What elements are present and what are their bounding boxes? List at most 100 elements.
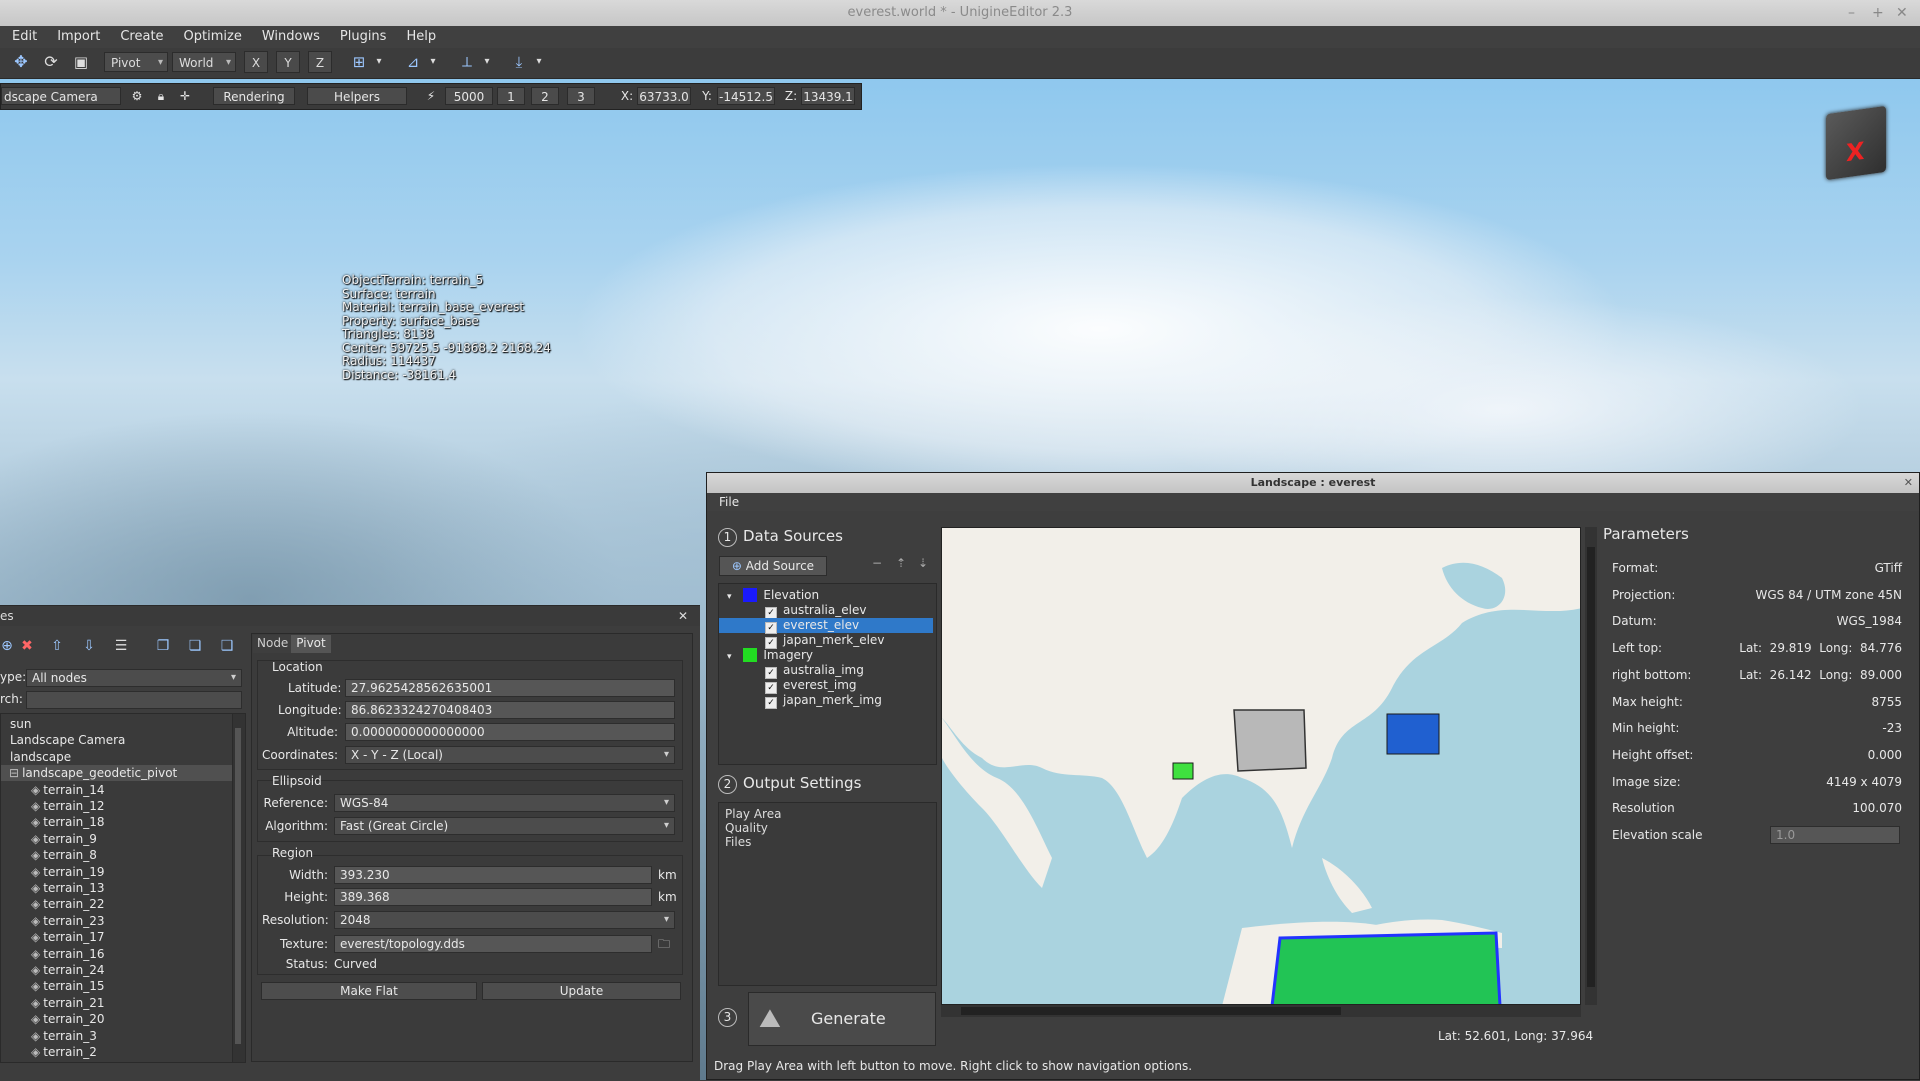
camera-preset-3[interactable]: 3 [567, 87, 595, 105]
list-item[interactable]: ✓ everest_img [719, 678, 933, 694]
menu-optimize[interactable]: Optimize [174, 26, 252, 48]
map-h-scrollbar-thumb[interactable] [961, 1007, 1341, 1015]
tree-row[interactable]: ⊟ landscape_geodetic_pivot [1, 765, 233, 782]
axis-z-toggle[interactable]: Z [308, 51, 332, 73]
world-select[interactable]: World [172, 52, 236, 73]
tree-row[interactable]: ◈ terrain_13 [1, 880, 233, 896]
maximize-button[interactable]: + [1872, 0, 1884, 26]
gear-icon[interactable]: ⚙ [127, 87, 147, 105]
menu-file[interactable]: File [707, 495, 739, 509]
chevron-down-icon[interactable]: ▾ [426, 51, 440, 73]
coordinates-select[interactable]: X - Y - Z (Local) [345, 746, 675, 764]
search-input[interactable] [26, 691, 242, 709]
remove-source-icon[interactable]: − [872, 556, 882, 570]
output-quality[interactable]: Quality [725, 821, 768, 835]
axis-x-toggle[interactable]: X [244, 51, 268, 73]
elevation-area-marker[interactable] [1386, 713, 1440, 755]
tab-pivot[interactable]: Pivot [291, 635, 331, 653]
helpers-button[interactable]: Helpers [307, 87, 407, 105]
list-item-selected[interactable]: ✓ everest_elev [719, 618, 933, 634]
longitude-field[interactable]: 86.8623324270408403 [345, 701, 675, 719]
list-item[interactable]: ✓ australia_img [719, 663, 933, 679]
collapse-icon[interactable]: ▾ [727, 592, 732, 602]
output-files[interactable]: Files [725, 835, 751, 849]
tree-row[interactable]: ◈ terrain_23 [1, 913, 233, 929]
node-delete-icon[interactable]: ✖ [14, 633, 40, 659]
crosshair-icon[interactable]: ✛ [175, 87, 195, 105]
chevron-down-icon[interactable]: ▾ [372, 51, 386, 73]
move-down-icon[interactable]: ⇩ [76, 633, 102, 659]
tree-row[interactable]: landscape [1, 749, 233, 765]
move-icon[interactable]: ✥ [8, 51, 34, 73]
snap-grid-icon[interactable]: ⊞ [346, 51, 372, 73]
close-icon[interactable]: ✕ [678, 606, 688, 626]
menu-create[interactable]: Create [110, 26, 173, 48]
resolution-select[interactable]: 2048 [334, 911, 675, 929]
tree-row[interactable]: sun [1, 716, 233, 732]
chevron-down-icon[interactable]: ▾ [532, 51, 546, 73]
generate-button[interactable]: ⛰ Generate [748, 992, 936, 1046]
tree-row[interactable]: ◈ terrain_14 [1, 782, 233, 798]
move-down-icon[interactable]: ⇣ [918, 556, 928, 570]
tree-row[interactable]: ◈ terrain_3 [1, 1028, 233, 1044]
menu-windows[interactable]: Windows [252, 26, 330, 48]
tree-scrollbar[interactable] [232, 713, 246, 1063]
tree-row[interactable]: ◈ terrain_19 [1, 864, 233, 880]
reference-select[interactable]: WGS-84 [334, 794, 675, 812]
axis-y-toggle[interactable]: Y [276, 51, 300, 73]
move-up-icon[interactable]: ⇡ [896, 556, 906, 570]
output-play-area[interactable]: Play Area [725, 807, 781, 821]
make-flat-button[interactable]: Make Flat [261, 982, 477, 1000]
elevation-group[interactable]: ▾ Elevation [719, 588, 933, 603]
rotate-icon[interactable]: ⟳ [38, 51, 64, 73]
tree-row[interactable]: ◈ terrain_17 [1, 929, 233, 945]
tree-row[interactable]: ◈ terrain_16 [1, 946, 233, 962]
tree-scrollbar-thumb[interactable] [235, 728, 241, 1044]
tree-row[interactable]: ◈ terrain_2 [1, 1044, 233, 1060]
map-v-scrollbar-thumb[interactable] [1587, 547, 1595, 987]
update-button[interactable]: Update [482, 982, 681, 1000]
australia-area[interactable] [1270, 931, 1502, 1005]
clone-icon[interactable]: ❐ [150, 633, 176, 659]
checkbox[interactable]: ✓ [765, 697, 777, 709]
lock-icon[interactable]: 🔒︎ [151, 87, 171, 105]
list-item[interactable]: ✓ japan_merk_elev [719, 633, 933, 649]
camera-speed-field[interactable]: 5000 [445, 87, 493, 105]
imagery-group[interactable]: ▾ Imagery [719, 648, 933, 663]
scale-icon[interactable]: ▣ [68, 51, 94, 73]
tab-node[interactable]: Node [253, 635, 291, 653]
move-up-icon[interactable]: ⇧ [44, 633, 70, 659]
collapse-icon[interactable]: ▾ [727, 652, 732, 662]
height-field[interactable]: 389.368 [334, 888, 652, 906]
tree-row[interactable]: ◈ terrain_12 [1, 798, 233, 814]
close-icon[interactable]: ✕ [1904, 473, 1913, 493]
camera-select[interactable]: dscape Camera [1, 87, 121, 105]
map-view[interactable] [941, 527, 1581, 1005]
surface-snap-icon[interactable]: ⟂ [454, 51, 480, 73]
tree-row[interactable]: ◈ terrain_18 [1, 814, 233, 830]
tree-row[interactable]: ◈ terrain_15 [1, 978, 233, 994]
tree-row[interactable]: ◈ terrain_22 [1, 896, 233, 912]
add-source-button[interactable]: ⊕ Add Source [719, 556, 827, 576]
folder-icon[interactable]: 🗀 [658, 935, 670, 956]
group-icon[interactable]: ❏ [182, 633, 208, 659]
elevation-scale-field[interactable]: 1.0 [1770, 826, 1900, 844]
camera-preset-1[interactable]: 1 [497, 87, 525, 105]
list-item[interactable]: ✓ japan_merk_img [719, 693, 933, 709]
tree-row[interactable]: ◈ terrain_20 [1, 1011, 233, 1027]
tree-row[interactable]: ◈ terrain_8 [1, 847, 233, 863]
ungroup-icon[interactable]: ❑ [214, 633, 240, 659]
chevron-down-icon[interactable]: ▾ [480, 51, 494, 73]
snap-angle-icon[interactable]: ⊿ [400, 51, 426, 73]
menu-edit[interactable]: Edit [0, 26, 47, 48]
minimize-button[interactable]: – [1848, 0, 1855, 26]
pivot-select[interactable]: Pivot [104, 52, 168, 73]
rendering-button[interactable]: Rendering [213, 87, 295, 105]
latitude-field[interactable]: 27.9625428562635001 [345, 679, 675, 697]
selected-area-rect[interactable] [1233, 709, 1307, 772]
menu-help[interactable]: Help [396, 26, 446, 48]
width-field[interactable]: 393.230 [334, 866, 652, 884]
list-item[interactable]: ✓ australia_elev [719, 603, 933, 619]
tree-row[interactable]: ◈ terrain_21 [1, 995, 233, 1011]
map-h-scrollbar[interactable] [941, 1005, 1581, 1017]
